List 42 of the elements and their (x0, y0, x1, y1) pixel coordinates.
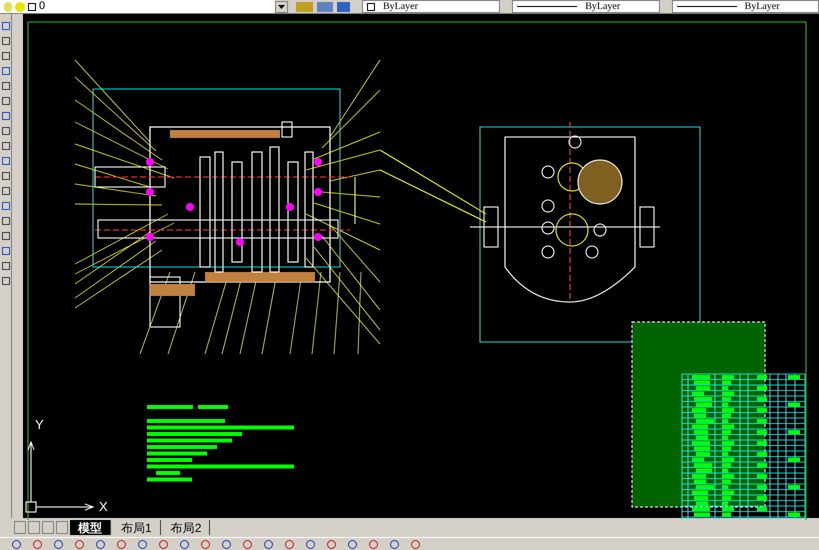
layer-color-icon (28, 2, 36, 10)
toolbar-tool-icon[interactable] (327, 540, 336, 548)
property-value: ByLayer (744, 0, 780, 12)
toolbar-tool-icon[interactable] (306, 540, 315, 548)
ucs-x-label: X (99, 500, 108, 513)
property-value: ByLayer (585, 0, 620, 12)
toolbar-tool-icon[interactable] (96, 540, 105, 548)
dropdown-arrow-button[interactable] (275, 0, 288, 12)
tab-scroll-button[interactable] (42, 521, 54, 534)
toolbar-tool-icon[interactable] (222, 540, 231, 548)
toolbar-tool-icon[interactable] (159, 540, 168, 548)
toolbar-tool-icon[interactable] (264, 540, 273, 548)
property-value: ByLayer (382, 0, 418, 12)
toolbar-tool-icon[interactable] (138, 540, 147, 548)
linetype-sample-icon (517, 6, 578, 7)
tab-scroll-button[interactable] (14, 521, 26, 534)
layer-name[interactable]: 0 (39, 1, 46, 12)
toolbar-tool-icon[interactable] (180, 540, 189, 548)
toolbar-tool-icon[interactable] (390, 540, 399, 548)
toolbar-tool-icon[interactable] (369, 540, 378, 548)
color-swatch-icon (366, 2, 375, 10)
toolbar-tool-icon[interactable] (243, 540, 252, 548)
property-dropdown[interactable]: ByLayer (672, 0, 819, 13)
linetype-sample-icon (676, 6, 737, 7)
drawing-canvas[interactable]: Y X (23, 14, 819, 518)
toolbar-tool-icon[interactable] (117, 540, 126, 548)
toolbar-tool-icon[interactable] (201, 540, 210, 548)
ucs-y-label: Y (35, 418, 44, 431)
toolbar-tool-icon[interactable] (33, 540, 42, 548)
layout-tab[interactable]: 模型 (70, 520, 111, 535)
sun-icon (15, 2, 25, 12)
property-dropdown[interactable]: ByLayer (362, 0, 500, 13)
property-dropdown[interactable]: ByLayer (512, 0, 660, 13)
tab-scroll-button[interactable] (28, 521, 40, 534)
toolbar-tool-icon[interactable] (12, 540, 21, 548)
toolbar-tool-icon[interactable] (75, 540, 84, 548)
toolbar-tool-icon[interactable] (411, 540, 420, 548)
toolbar-tool-icon[interactable] (348, 540, 357, 548)
dropdown-arrow-icon (278, 4, 286, 8)
toolbar-tool-icon[interactable] (54, 540, 63, 548)
tab-scroll-button[interactable] (56, 521, 68, 534)
toolbar-tool-icon[interactable] (285, 540, 294, 548)
